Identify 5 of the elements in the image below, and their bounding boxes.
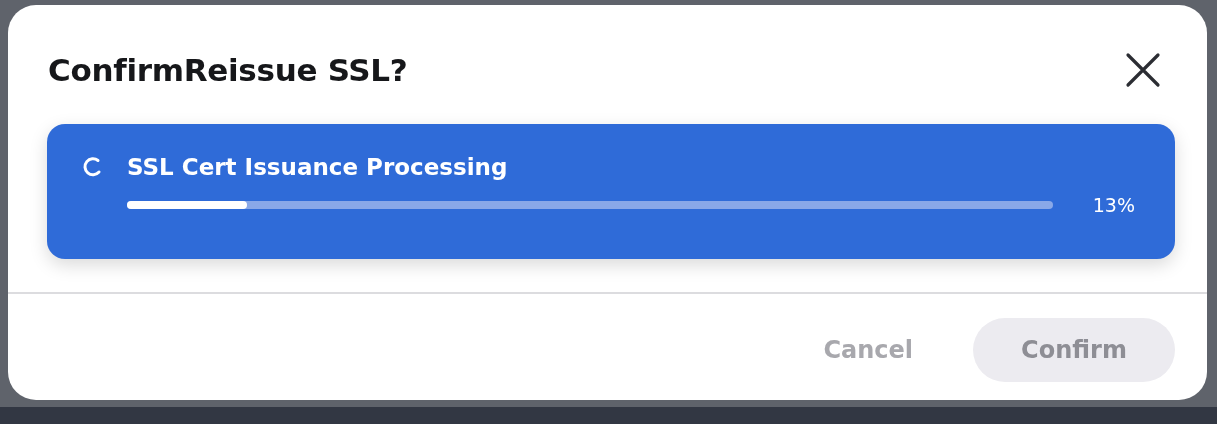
dialog-title: ConfirmReissue SSL? [48,52,408,88]
close-icon [1125,52,1161,88]
close-button[interactable] [1125,52,1161,88]
progress-label: SSL Cert Issuance Processing [127,154,508,180]
progress-percent: 13% [1092,194,1135,216]
